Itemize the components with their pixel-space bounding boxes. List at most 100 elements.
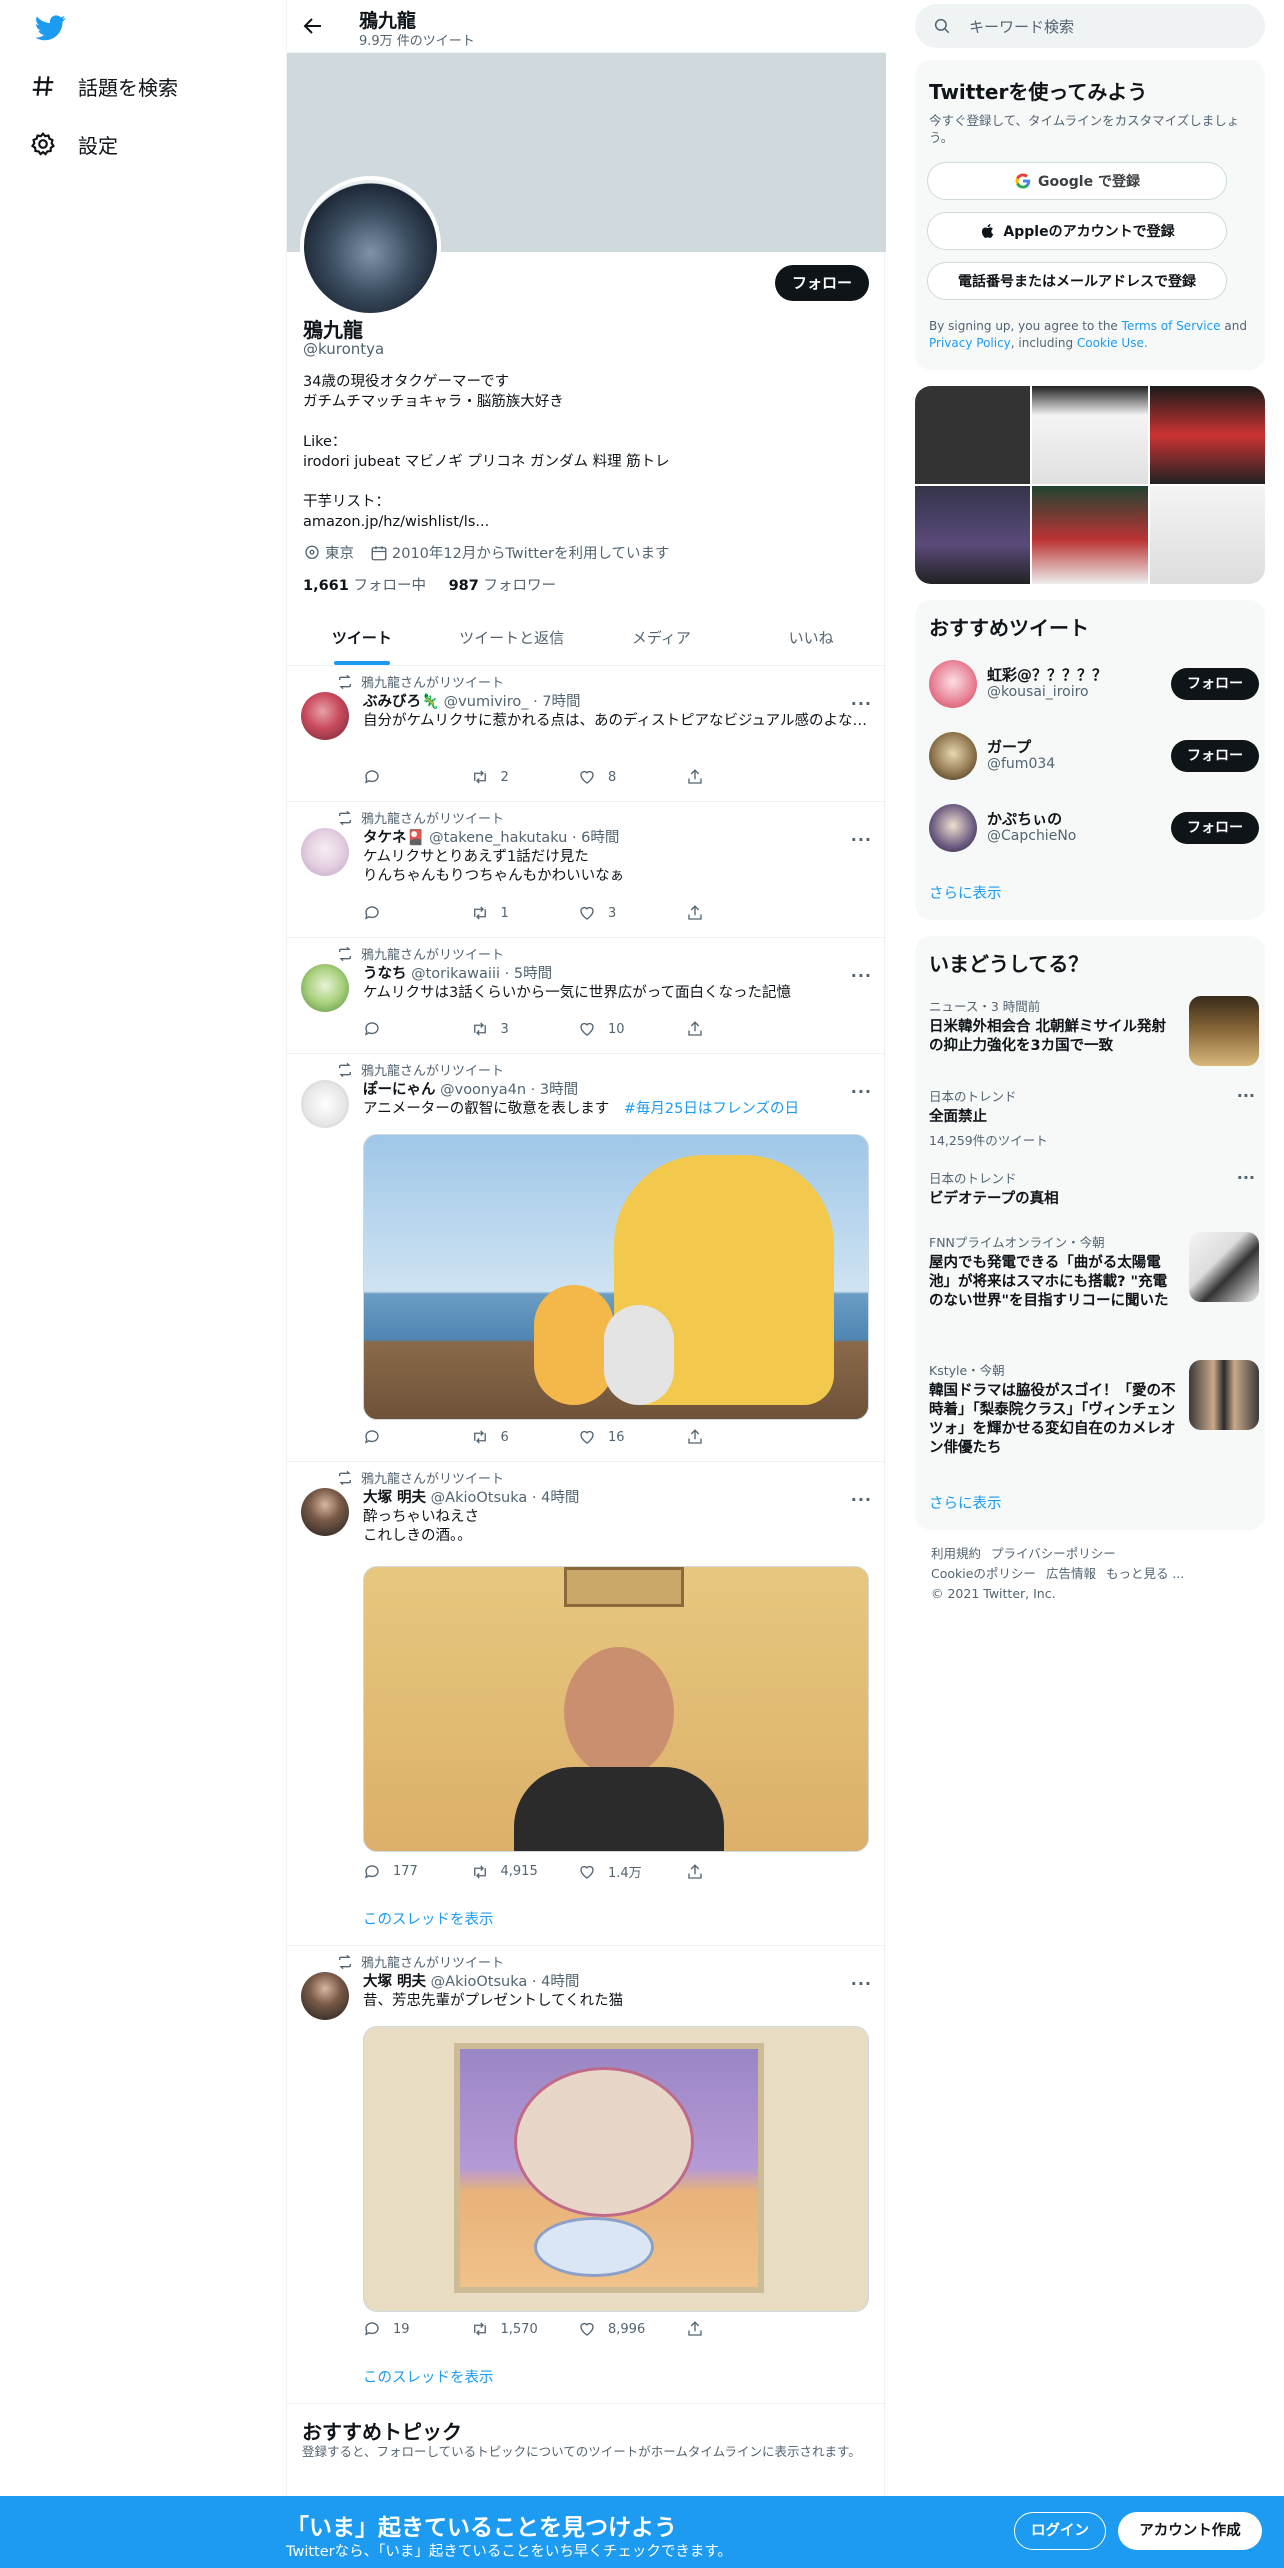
suggested-user[interactable]: かぷちぃの @CapchieNo フォロー [929, 800, 1259, 856]
tab-tweets[interactable]: ツイート [287, 612, 437, 665]
tweet-author-handle[interactable]: @AkioOtsuka [431, 1974, 528, 1990]
tweet-avatar[interactable] [301, 1488, 349, 1536]
login-button[interactable]: ログイン [1014, 2512, 1106, 2550]
suggested-follow-button[interactable]: フォロー [1171, 812, 1259, 844]
suggested-user-avatar[interactable] [929, 660, 977, 708]
footer-link[interactable]: 利用規約 [931, 1546, 981, 1561]
share-button[interactable] [686, 1862, 794, 1881]
trend-item[interactable]: ニュース・3 時間前 日米韓外相会合 北朝鮮ミサイル発射の抑止力強化を3カ国で一… [929, 996, 1259, 1070]
suggested-user-avatar[interactable] [929, 804, 977, 852]
share-button[interactable] [686, 1020, 794, 1038]
tweet[interactable]: 鴉九龍さんがリツイート 大塚 明夫 @AkioOtsuka · 4時間 酔っちゃ… [287, 1462, 886, 1946]
tweet-time[interactable]: 5時間 [514, 966, 552, 982]
suggested-user-handle[interactable]: @fum034 [987, 756, 1055, 772]
suggested-user-name[interactable]: ガープ [987, 736, 1031, 757]
twitter-bird-icon[interactable] [30, 12, 70, 44]
suggested-user-avatar[interactable] [929, 732, 977, 780]
tweet-author-handle[interactable]: @torikawaiii [411, 966, 500, 982]
like-button[interactable]: 8 [578, 768, 686, 786]
suggested-follow-button[interactable]: フォロー [1171, 668, 1259, 700]
tweet-image[interactable] [363, 2026, 869, 2312]
tweet[interactable]: 鴉九龍さんがリツイート タケネ🎴 @takene_hakutaku · 6時間 … [287, 802, 886, 938]
more-options-icon[interactable]: ··· [851, 1082, 872, 1101]
tweet-time[interactable]: 3時間 [540, 1082, 578, 1098]
retweet-button[interactable]: 4,915 [471, 1862, 579, 1881]
back-arrow-icon[interactable] [301, 14, 325, 38]
tweet-author-name[interactable]: ぽーにゃん [363, 1082, 436, 1098]
tweet[interactable]: 鴉九龍さんがリツイート 大塚 明夫 @AkioOtsuka · 4時間 昔、芳忠… [287, 1946, 886, 2404]
trend-item[interactable]: 日本のトレンド ビデオテープの真相 ··· [929, 1168, 1259, 1218]
google-signup-button[interactable]: Google で登録 [927, 162, 1227, 200]
reply-button[interactable]: 177 [363, 1862, 471, 1881]
tweet-avatar[interactable] [301, 1080, 349, 1128]
more-options-icon[interactable]: ··· [851, 694, 872, 713]
tweet[interactable]: 鴉九龍さんがリツイート ぶみびろ🦎 @vumiviro_ · 7時間 自分がケム… [287, 666, 886, 802]
footer-link[interactable]: Cookieのポリシー [931, 1566, 1036, 1581]
gallery-image[interactable] [915, 486, 1031, 584]
privacy-link[interactable]: Privacy Policy [929, 336, 1011, 350]
suggested-user[interactable]: 虹彩@？？？？？ @kousai_iroiro フォロー [929, 656, 1259, 712]
reply-button[interactable] [363, 1020, 471, 1038]
like-button[interactable]: 8,996 [578, 2320, 686, 2338]
suggested-user-handle[interactable]: @kousai_iroiro [987, 684, 1089, 700]
tweet-avatar[interactable] [301, 1972, 349, 2020]
show-more-link[interactable]: さらに表示 [929, 1492, 1002, 1513]
tweet-image[interactable] [363, 1134, 869, 1420]
footer-link[interactable]: もっと見る ... [1106, 1566, 1184, 1581]
retweet-button[interactable]: 3 [471, 1020, 579, 1038]
tweet-time[interactable]: 7時間 [542, 694, 580, 710]
tweet-author-name[interactable]: 大塚 明夫 [363, 1974, 426, 1990]
trend-item[interactable]: 日本のトレンド 全面禁止 14,259件のツイート ··· [929, 1086, 1259, 1152]
tweet-avatar[interactable] [301, 828, 349, 876]
nav-explore[interactable]: 話題を検索 [30, 66, 178, 106]
tweet[interactable]: 鴉九龍さんがリツイート うなち @torikawaiii · 5時間 ケムリクサ… [287, 938, 886, 1054]
retweet-button[interactable]: 1 [471, 904, 579, 922]
like-button[interactable]: 16 [578, 1428, 686, 1446]
followers-link[interactable]: 987 フォロワー [449, 578, 556, 594]
apple-signup-button[interactable]: Appleのアカウントで登録 [927, 212, 1227, 250]
suggested-user-name[interactable]: かぷちぃの [987, 808, 1062, 829]
reply-button[interactable] [363, 768, 471, 786]
tweet-author-handle[interactable]: @vumiviro_ [444, 694, 529, 710]
profile-avatar[interactable] [300, 176, 441, 317]
tweet-author-name[interactable]: うなち [363, 966, 407, 982]
more-options-icon[interactable]: ··· [851, 1974, 872, 1993]
tweet-time[interactable]: 4時間 [541, 1974, 579, 1990]
tab-media[interactable]: メディア [587, 612, 737, 665]
show-more-link[interactable]: さらに表示 [929, 882, 1002, 903]
nav-settings[interactable]: 設定 [30, 124, 118, 164]
tweet-author-handle[interactable]: @voonya4n [440, 1082, 526, 1098]
tweet-author-name[interactable]: タケネ🎴 [363, 830, 425, 846]
share-button[interactable] [686, 2320, 794, 2338]
tab-likes[interactable]: いいね [736, 612, 886, 665]
retweet-button[interactable]: 1,570 [471, 2320, 579, 2338]
terms-link[interactable]: Terms of Service [1122, 319, 1221, 333]
gallery-image[interactable] [1149, 486, 1265, 584]
suggested-user[interactable]: ガープ @fum034 フォロー [929, 728, 1259, 784]
follow-button[interactable]: フォロー [775, 265, 869, 301]
wishlist-link[interactable]: amazon.jp/hz/wishlist/ls... [303, 512, 489, 532]
retweet-button[interactable]: 6 [471, 1428, 579, 1446]
tweet-avatar[interactable] [301, 964, 349, 1012]
tweet-author-handle[interactable]: @takene_hakutaku [429, 830, 567, 846]
search-input[interactable]: キーワード検索 [915, 4, 1265, 48]
reply-button[interactable] [363, 1428, 471, 1446]
like-button[interactable]: 10 [578, 1020, 686, 1038]
phone-email-signup-button[interactable]: 電話番号またはメールアドレスで登録 [927, 262, 1227, 300]
trend-item[interactable]: FNNプライムオンライン・今朝 屋内でも発電できる「曲がる太陽電池」が将来はスマ… [929, 1232, 1259, 1344]
reply-button[interactable] [363, 904, 471, 922]
following-link[interactable]: 1,661 フォロー中 [303, 578, 426, 594]
retweet-button[interactable]: 2 [471, 768, 579, 786]
like-button[interactable]: 3 [578, 904, 686, 922]
more-options-icon[interactable]: ··· [1237, 1086, 1255, 1105]
tweet-time[interactable]: 4時間 [541, 1490, 579, 1506]
trend-item[interactable]: Kstyle・今朝 韓国ドラマは脇役がスゴイ！「愛の不時着」「梨泰院クラス」「ヴ… [929, 1360, 1259, 1472]
reply-button[interactable]: 19 [363, 2320, 471, 2338]
share-button[interactable] [686, 1428, 794, 1446]
footer-link[interactable]: プライバシーポリシー [991, 1546, 1116, 1561]
tweet-author-handle[interactable]: @AkioOtsuka [431, 1490, 528, 1506]
cookie-link[interactable]: Cookie Use. [1077, 336, 1148, 350]
tweet-avatar[interactable] [301, 692, 349, 740]
tweet-image[interactable] [363, 1566, 869, 1852]
gallery-image[interactable] [1032, 486, 1148, 584]
